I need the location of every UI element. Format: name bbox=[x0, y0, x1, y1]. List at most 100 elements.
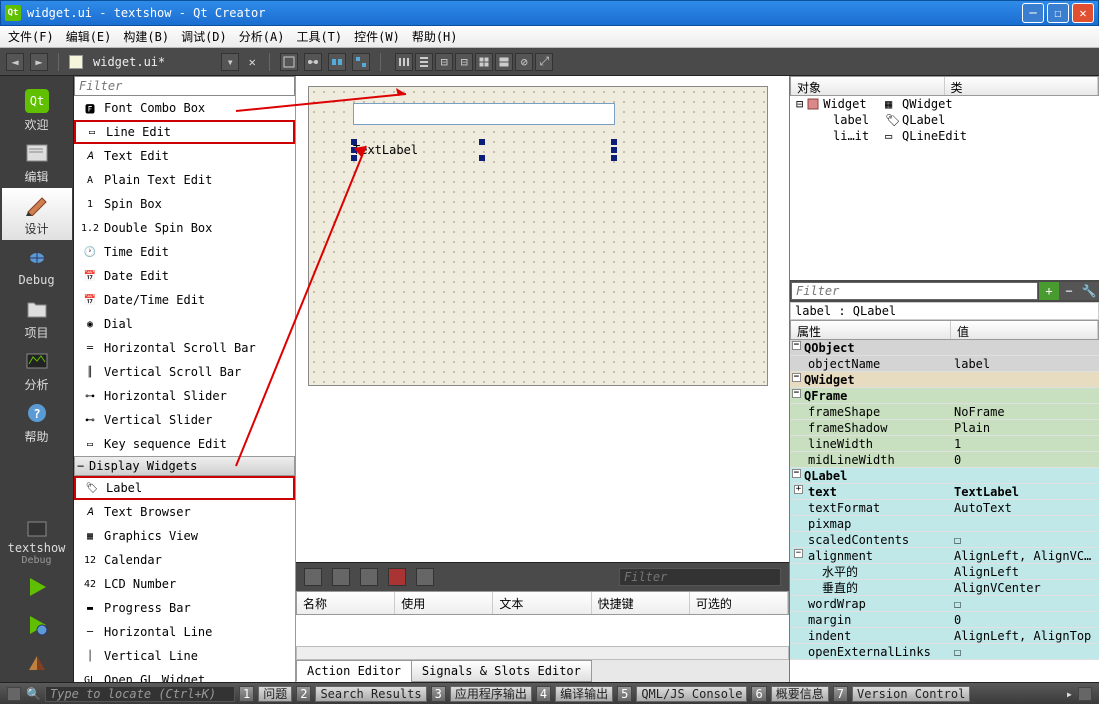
run-button[interactable] bbox=[22, 574, 52, 600]
property-row[interactable]: −QLabel bbox=[790, 468, 1099, 484]
widget-category[interactable]: Display Widgets bbox=[74, 456, 295, 476]
menu-help[interactable]: 帮助(H) bbox=[412, 28, 458, 45]
property-value[interactable]: AlignVCenter bbox=[950, 581, 1099, 595]
property-value[interactable]: NoFrame bbox=[950, 405, 1099, 419]
build-button[interactable] bbox=[22, 650, 52, 676]
output-2-num[interactable]: 2 bbox=[296, 686, 311, 702]
locate-icon[interactable]: 🔍 bbox=[26, 687, 41, 701]
col-shortcut[interactable]: 快捷键 bbox=[592, 592, 690, 614]
property-row[interactable]: −alignmentAlignLeft, AlignVC… bbox=[790, 548, 1099, 564]
output-7-num[interactable]: 7 bbox=[833, 686, 848, 702]
config-action-icon[interactable] bbox=[416, 568, 434, 586]
output-3-num[interactable]: 3 bbox=[431, 686, 446, 702]
mode-help[interactable]: ?帮助 bbox=[2, 396, 72, 448]
property-value[interactable]: AlignLeft, AlignVC… bbox=[950, 549, 1099, 563]
property-value[interactable]: 1 bbox=[950, 437, 1099, 451]
property-list[interactable]: −QObjectobjectNamelabel−QWidget−QFramefr… bbox=[790, 340, 1099, 682]
close-button[interactable]: ✕ bbox=[1072, 3, 1094, 23]
menu-build[interactable]: 构建(B) bbox=[123, 28, 169, 45]
output-7[interactable]: Version Control bbox=[852, 686, 970, 702]
property-value[interactable]: AutoText bbox=[950, 501, 1099, 515]
menu-widgets[interactable]: 控件(W) bbox=[354, 28, 400, 45]
adjust-size-icon[interactable]: ⤢ bbox=[535, 53, 553, 71]
edit-buddies-icon[interactable] bbox=[328, 53, 346, 71]
widget-item[interactable]: ▭Line Edit bbox=[74, 120, 295, 144]
widget-item[interactable]: APlain Text Edit bbox=[74, 168, 295, 192]
add-property-button[interactable]: + bbox=[1039, 282, 1059, 300]
widget-item[interactable]: ⊷Vertical Slider bbox=[74, 408, 295, 432]
property-value[interactable]: ☐ bbox=[950, 645, 1099, 659]
col-text[interactable]: 文本 bbox=[493, 592, 591, 614]
panel-toggle-icon[interactable] bbox=[7, 687, 21, 701]
remove-property-button[interactable]: − bbox=[1059, 282, 1079, 300]
paste-action-icon[interactable] bbox=[360, 568, 378, 586]
property-row[interactable]: wordWrap☐ bbox=[790, 596, 1099, 612]
object-tree[interactable]: ⊟Widget▦QWidgetlabel🏷QLabelli…it▭QLineEd… bbox=[790, 96, 1099, 280]
action-list[interactable] bbox=[296, 615, 789, 646]
widget-item[interactable]: ═Horizontal Scroll Bar bbox=[74, 336, 295, 360]
copy-action-icon[interactable] bbox=[332, 568, 350, 586]
property-row[interactable]: midLineWidth0 bbox=[790, 452, 1099, 468]
property-filter[interactable] bbox=[791, 282, 1038, 300]
widget-item[interactable]: ─Horizontal Line bbox=[74, 620, 295, 644]
mode-welcome[interactable]: Qt欢迎 bbox=[2, 84, 72, 136]
maximize-button[interactable]: ☐ bbox=[1047, 3, 1069, 23]
property-value[interactable]: label bbox=[950, 357, 1099, 371]
widget-item[interactable]: ⊶Horizontal Slider bbox=[74, 384, 295, 408]
output-1-num[interactable]: 1 bbox=[239, 686, 254, 702]
property-row[interactable]: frameShapeNoFrame bbox=[790, 404, 1099, 420]
minimize-button[interactable]: ─ bbox=[1022, 3, 1044, 23]
output-5-num[interactable]: 5 bbox=[617, 686, 632, 702]
property-row[interactable]: indentAlignLeft, AlignTop bbox=[790, 628, 1099, 644]
widget-item[interactable]: 🕐Time Edit bbox=[74, 240, 295, 264]
progress-icon[interactable] bbox=[1078, 687, 1092, 701]
prop-col-value[interactable]: 值 bbox=[951, 321, 1098, 339]
widget-item[interactable]: 𝐴Text Edit bbox=[74, 144, 295, 168]
widget-item[interactable]: ▦Graphics View bbox=[74, 524, 295, 548]
widget-item[interactable]: 𝐴Text Browser bbox=[74, 500, 295, 524]
col-name[interactable]: 名称 bbox=[297, 592, 395, 614]
object-row[interactable]: ⊟Widget▦QWidget bbox=[790, 96, 1099, 112]
widget-item[interactable]: │Vertical Line bbox=[74, 644, 295, 668]
close-doc-button[interactable]: ✕ bbox=[245, 55, 259, 69]
property-row[interactable]: textFormatAutoText bbox=[790, 500, 1099, 516]
edit-widgets-icon[interactable] bbox=[280, 53, 298, 71]
mode-design[interactable]: 设计 bbox=[2, 188, 72, 240]
back-button[interactable]: ◄ bbox=[6, 53, 24, 71]
property-row[interactable]: −QObject bbox=[790, 340, 1099, 356]
layout-grid-icon[interactable] bbox=[475, 53, 493, 71]
property-row[interactable]: pixmap bbox=[790, 516, 1099, 532]
action-filter[interactable] bbox=[619, 568, 781, 586]
widget-item[interactable]: 📅Date/Time Edit bbox=[74, 288, 295, 312]
edit-signals-icon[interactable] bbox=[304, 53, 322, 71]
widget-item[interactable]: 🅵Font Combo Box bbox=[74, 96, 295, 120]
widget-item[interactable]: 1.2Double Spin Box bbox=[74, 216, 295, 240]
objtree-col-object[interactable]: 对象 bbox=[791, 77, 945, 95]
property-row[interactable]: margin0 bbox=[790, 612, 1099, 628]
widget-item[interactable]: 42LCD Number bbox=[74, 572, 295, 596]
property-value[interactable]: Plain bbox=[950, 421, 1099, 435]
dropdown-icon[interactable]: ▾ bbox=[221, 53, 239, 71]
widget-item[interactable]: 🏷Label bbox=[74, 476, 295, 500]
layout-form-icon[interactable] bbox=[495, 53, 513, 71]
property-row[interactable]: objectNamelabel bbox=[790, 356, 1099, 372]
menu-edit[interactable]: 编辑(E) bbox=[66, 28, 112, 45]
output-4[interactable]: 编译输出 bbox=[555, 686, 613, 702]
property-row[interactable]: −QFrame bbox=[790, 388, 1099, 404]
output-6-num[interactable]: 6 bbox=[751, 686, 766, 702]
output-1[interactable]: 问题 bbox=[258, 686, 292, 702]
property-value[interactable]: AlignLeft, AlignTop bbox=[950, 629, 1099, 643]
layout-hsplit-icon[interactable]: ⊟ bbox=[435, 53, 453, 71]
property-row[interactable]: scaledContents☐ bbox=[790, 532, 1099, 548]
property-row[interactable]: frameShadowPlain bbox=[790, 420, 1099, 436]
output-5[interactable]: QML/JS Console bbox=[636, 686, 747, 702]
line-edit-widget[interactable] bbox=[353, 103, 615, 125]
menu-analyze[interactable]: 分析(A) bbox=[239, 28, 285, 45]
output-6[interactable]: 概要信息 bbox=[771, 686, 829, 702]
wrench-icon[interactable]: 🔧 bbox=[1079, 282, 1099, 300]
widget-item[interactable]: 1Spin Box bbox=[74, 192, 295, 216]
property-value[interactable]: ☐ bbox=[950, 597, 1099, 611]
form-widget[interactable]: TextLabel bbox=[308, 86, 768, 386]
tab-signals-slots[interactable]: Signals & Slots Editor bbox=[411, 660, 592, 682]
property-value[interactable]: TextLabel bbox=[950, 485, 1099, 499]
